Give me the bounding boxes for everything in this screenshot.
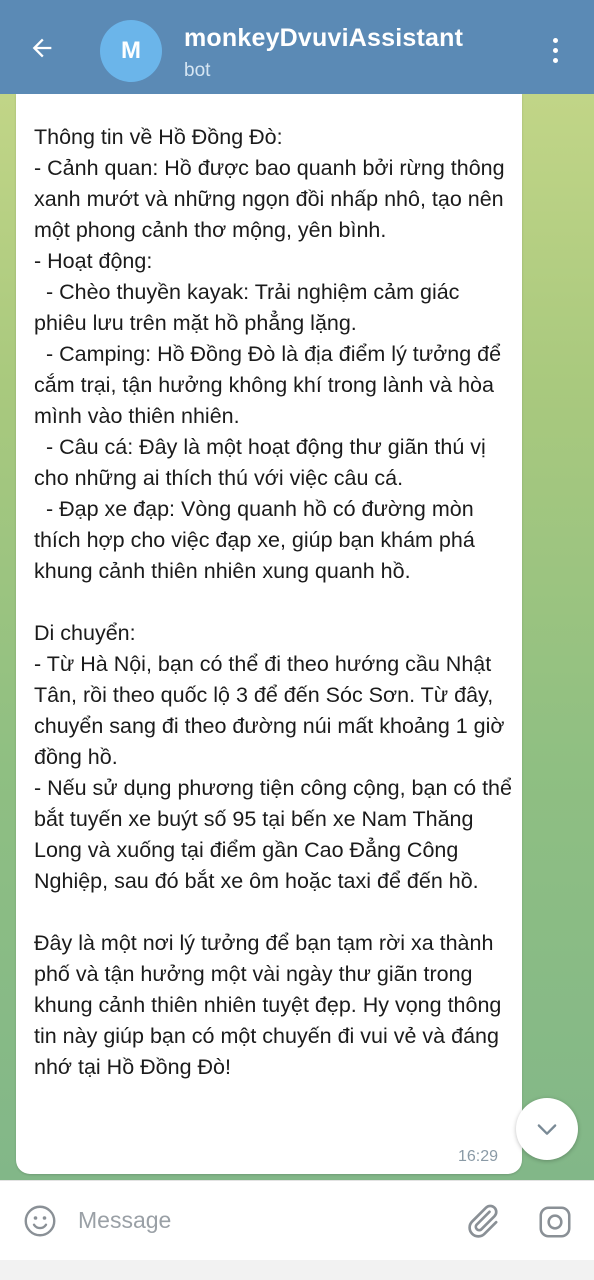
- message-time: 16:29: [458, 1148, 499, 1165]
- chevron-down-icon: [537, 1124, 557, 1135]
- chat-subtitle: bot: [184, 60, 211, 81]
- camera-button[interactable]: [536, 1203, 574, 1241]
- camera-icon: [539, 1206, 571, 1238]
- attach-button[interactable]: [462, 1201, 502, 1241]
- system-navigation-bar: [0, 1260, 594, 1280]
- paperclip-icon: [468, 1204, 498, 1238]
- more-vertical-icon[interactable]: [540, 30, 570, 70]
- emoji-button[interactable]: [22, 1203, 58, 1239]
- chat-header: M monkeyDvuviAssistant bot: [0, 0, 594, 94]
- scroll-down-button[interactable]: [516, 1098, 578, 1160]
- chat-area[interactable]: Thông tin về Hồ Đồng Đò: - Cảnh quan: Hồ…: [0, 94, 594, 1180]
- back-button[interactable]: [22, 28, 62, 68]
- chat-title[interactable]: monkeyDvuviAssistant: [184, 24, 463, 53]
- message-text: Thông tin về Hồ Đồng Đò: - Cảnh quan: Hồ…: [34, 125, 512, 1079]
- avatar-letter: M: [121, 37, 141, 64]
- smile-icon: [24, 1205, 56, 1237]
- avatar[interactable]: M: [100, 20, 162, 82]
- message-input-bar: Message: [0, 1180, 594, 1260]
- message-input[interactable]: Message: [78, 1207, 171, 1234]
- arrow-left-icon: [32, 38, 52, 58]
